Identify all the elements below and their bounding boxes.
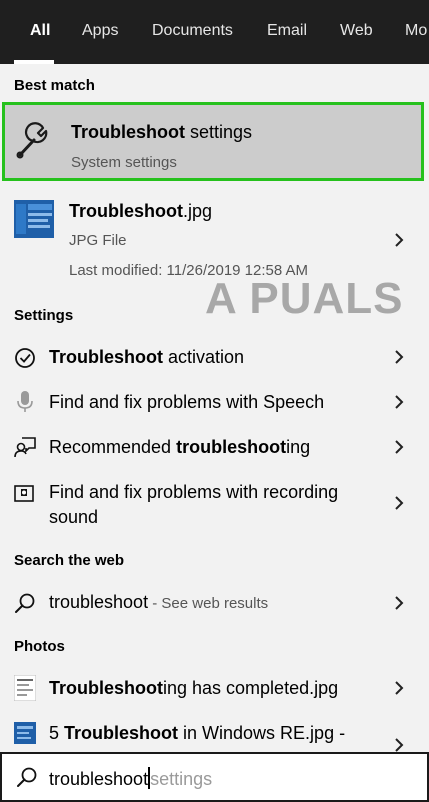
search-box[interactable]: troubleshoot settings: [0, 752, 429, 802]
blue-image-icon: [14, 722, 36, 749]
settings-item-recording-sound[interactable]: Find and fix problems with recording soun…: [0, 470, 429, 536]
photos-header: Photos: [14, 638, 65, 655]
wrench-icon: [14, 121, 50, 164]
file-result-type: JPG File: [69, 232, 127, 249]
file-result-troubleshoot-jpg[interactable]: Troubleshoot.jpg JPG File Last modified:…: [0, 188, 429, 286]
settings-item-label: Find and fix problems with recording soun…: [49, 482, 339, 527]
web-search-query: troubleshoot - See web results: [49, 592, 269, 612]
appuals-watermark-logo: A PUALS: [205, 274, 404, 323]
best-match-header: Best match: [14, 77, 95, 94]
chevron-right-icon[interactable]: [391, 737, 407, 753]
microphone-icon: [16, 390, 34, 419]
tab-documents[interactable]: Documents: [152, 0, 233, 64]
settings-item-label: Find and fix problems with Speech: [49, 392, 325, 412]
recorder-icon: [14, 484, 34, 509]
tab-email[interactable]: Email: [267, 0, 307, 64]
settings-item-recommended-troubleshooting[interactable]: Recommended troubleshooting: [0, 425, 429, 469]
tab-more[interactable]: Mo: [405, 0, 427, 64]
chevron-right-icon[interactable]: [391, 349, 407, 365]
check-circle-icon: [14, 347, 36, 374]
settings-item-label: Recommended troubleshooting: [49, 437, 311, 457]
best-match-result[interactable]: Troubleshoot settings System settings: [2, 102, 424, 181]
chevron-right-icon[interactable]: [391, 232, 407, 248]
settings-item-label: Troubleshoot activation: [49, 347, 245, 367]
settings-header: Settings: [14, 307, 74, 324]
filter-tab-bar: All Apps Documents Email Web Mo: [0, 0, 429, 64]
image-file-icon: [14, 200, 54, 243]
chevron-right-icon[interactable]: [391, 394, 407, 410]
chevron-right-icon[interactable]: [391, 595, 407, 611]
settings-item-speech[interactable]: Find and fix problems with Speech: [0, 380, 429, 424]
file-result-title: Troubleshoot.jpg: [69, 201, 213, 221]
search-icon: [14, 592, 36, 619]
best-match-subtitle: System settings: [71, 154, 177, 171]
chevron-right-icon[interactable]: [391, 495, 407, 511]
person-chat-icon: [13, 435, 37, 464]
search-input[interactable]: troubleshoot settings: [49, 767, 212, 790]
photo-result-title: 5 Troubleshoot in Windows RE.jpg -: [49, 723, 346, 743]
web-search-result[interactable]: troubleshoot - See web results: [0, 580, 429, 626]
photo-result-troubleshooting-completed[interactable]: Troubleshooting has completed.jpg: [0, 665, 429, 711]
document-image-icon: [13, 674, 37, 706]
active-tab-indicator: [14, 60, 54, 64]
tab-web[interactable]: Web: [340, 0, 373, 64]
search-the-web-header: Search the web: [14, 552, 125, 569]
settings-item-troubleshoot-activation[interactable]: Troubleshoot activation: [0, 335, 429, 379]
photo-result-title: Troubleshooting has completed.jpg: [49, 678, 339, 698]
tab-all[interactable]: All: [30, 0, 50, 64]
search-autocomplete-hint: settings: [150, 769, 213, 789]
chevron-right-icon[interactable]: [391, 439, 407, 455]
tab-apps[interactable]: Apps: [82, 0, 118, 64]
search-icon: [16, 766, 38, 793]
chevron-right-icon[interactable]: [391, 680, 407, 696]
best-match-title: Troubleshoot settings: [71, 122, 253, 142]
